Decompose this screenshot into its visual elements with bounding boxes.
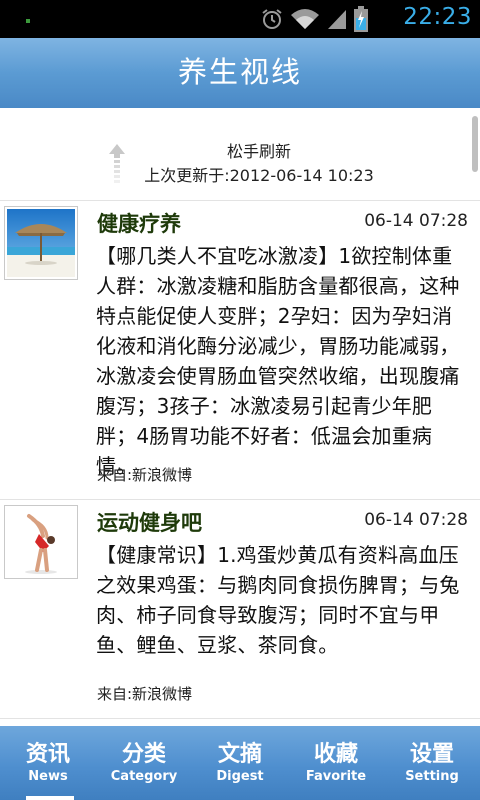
last-updated: 上次更新于:2012-06-14 10:23 bbox=[144, 166, 374, 185]
pull-to-refresh-header: 松手刷新 上次更新于:2012-06-14 10:23 bbox=[0, 108, 480, 201]
feed-thumbnail bbox=[4, 505, 78, 579]
refresh-label: 松手刷新 bbox=[226, 142, 291, 161]
tab-setting-label: 设置 bbox=[409, 742, 454, 767]
tab-category[interactable]: 分类 Category bbox=[96, 726, 192, 800]
tab-digest[interactable]: 文摘 Digest bbox=[192, 726, 288, 800]
tab-digest-sublabel: Digest bbox=[216, 769, 264, 784]
bottom-tab-bar: 资讯 News 分类 Category 文摘 Digest 收藏 Favorit… bbox=[0, 726, 480, 800]
gymnast-image bbox=[7, 508, 75, 576]
signal-icon bbox=[328, 10, 346, 29]
status-icons bbox=[260, 6, 368, 32]
tab-category-sublabel: Category bbox=[110, 769, 178, 784]
tab-news-sublabel: News bbox=[28, 769, 68, 784]
feed-body: 【哪几类人不宜吃冰激凌】1欲控制体重人群：冰激凌糖和脂肪含量都很高，这种特点能促… bbox=[96, 244, 460, 478]
tab-category-label: 分类 bbox=[121, 742, 166, 767]
wifi-icon bbox=[291, 9, 319, 29]
alarm-icon bbox=[262, 9, 282, 29]
tab-setting[interactable]: 设置 Setting bbox=[384, 726, 480, 800]
feed-source[interactable]: 健康疗养 bbox=[97, 208, 181, 238]
tab-news-label: 资讯 bbox=[25, 742, 70, 767]
tab-favorite-sublabel: Favorite bbox=[305, 769, 367, 784]
feed-source[interactable]: 运动健身吧 bbox=[97, 507, 202, 537]
status-time: 22:23 bbox=[403, 4, 472, 30]
feed-time: 06-14 07:28 bbox=[364, 211, 468, 231]
tab-news[interactable]: 资讯 News bbox=[0, 726, 96, 800]
feed-list[interactable]: 松手刷新 上次更新于:2012-06-14 10:23 健康疗养 06-14 0… bbox=[0, 108, 480, 726]
feed-time: 06-14 07:28 bbox=[364, 510, 468, 530]
status-bar: 22:23 bbox=[0, 0, 480, 38]
beach-umbrella-image bbox=[7, 209, 75, 277]
tab-favorite-label: 收藏 bbox=[313, 742, 358, 767]
active-tab-indicator bbox=[26, 796, 74, 800]
feed-origin: 来自:新浪微博 bbox=[97, 685, 193, 703]
battery-charging-icon bbox=[354, 6, 368, 32]
tab-digest-label: 文摘 bbox=[217, 742, 262, 767]
tab-setting-sublabel: Setting bbox=[405, 769, 459, 784]
app-title: 养生视线 bbox=[177, 55, 302, 89]
feed-item[interactable]: 健康疗养 06-14 07:28 【哪几类人不宜吃冰激凌】1欲控制体重人群：冰激… bbox=[0, 201, 480, 500]
refresh-text: 松手刷新 上次更新于:2012-06-14 10:23 bbox=[0, 140, 480, 188]
feed-item[interactable]: 运动健身吧 06-14 07:28 【健康常识】1.鸡蛋炒黄瓜有资料高血压之效果… bbox=[0, 500, 480, 719]
feed-origin: 来自:新浪微博 bbox=[97, 466, 193, 484]
feed-body: 【健康常识】1.鸡蛋炒黄瓜有资料高血压之效果鸡蛋：与鹅肉同食损伤脾胃；与兔肉、柿… bbox=[96, 543, 460, 657]
app-title-bar: 养生视线 bbox=[0, 38, 480, 108]
notification-dot bbox=[26, 19, 30, 23]
feed-thumbnail bbox=[4, 206, 78, 280]
tab-favorite[interactable]: 收藏 Favorite bbox=[288, 726, 384, 800]
